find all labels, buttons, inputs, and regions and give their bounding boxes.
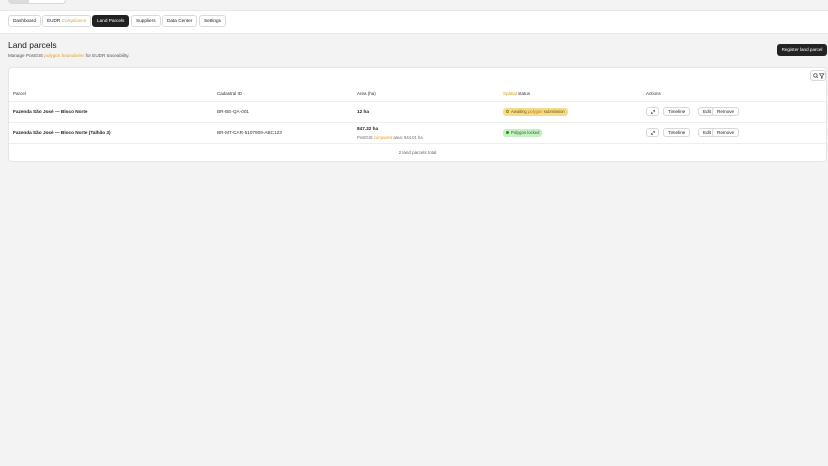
page-description: Manage PostGIS polygon boundaries for EU… (8, 53, 129, 58)
main-navigation: Dashboard EUDR Compliance Land Parcels S… (0, 10, 828, 34)
search-filter-icon (813, 73, 825, 79)
status-badge: Awaiting polygon submission (503, 108, 568, 116)
window-tab-active[interactable] (9, 0, 29, 3)
link-icon (650, 130, 656, 136)
status-prefix: Awaiting (511, 109, 527, 114)
nav-eudr-label: EUDR (47, 18, 61, 23)
timeline-button[interactable]: Timeline (663, 107, 691, 116)
column-header-spatial-status[interactable]: Spatial status (503, 91, 530, 96)
nav-dashboard-label: Dashboard (13, 18, 36, 23)
spatial-highlight: Spatial (503, 91, 517, 96)
nav-suppliers-label: Suppliers (136, 18, 156, 23)
row-divider (9, 143, 826, 144)
desc-prefix: Manage PostGIS (8, 53, 43, 58)
nav-settings[interactable]: Settings (199, 15, 226, 27)
row-area: 12 ha (357, 109, 369, 114)
nav-data-center[interactable]: Data Center (162, 15, 198, 27)
status-highlight: polygon (527, 109, 543, 114)
row-area-note: PostGIS computed area: 844.01 ha (357, 135, 423, 140)
area-note-highlight: computed (373, 135, 393, 140)
desc-suffix: for EUDR traceability. (85, 53, 130, 58)
area-note-suffix: area: 844.01 ha (393, 135, 423, 140)
remove-button[interactable]: Remove (712, 107, 740, 116)
nav-settings-label: Settings (204, 18, 221, 23)
row-parcel-name[interactable]: Fazenda São José — Bloco Norte (13, 109, 88, 114)
status-dot-icon (506, 130, 509, 134)
column-header-cadastral-id[interactable]: Cadastral ID (217, 91, 242, 96)
map-link-button[interactable] (646, 107, 659, 116)
nav-eudr-highlight: Compliance (61, 18, 87, 23)
header-divider (9, 101, 826, 102)
nav-data-center-label: Data Center (167, 18, 193, 23)
column-header-area[interactable]: Area (ha) (357, 91, 376, 96)
nav-dashboard[interactable]: Dashboard (8, 15, 41, 27)
status-badge: Polygon locked (503, 129, 543, 137)
spatial-rest: status (518, 91, 531, 96)
register-land-parcel-button[interactable]: Register land parcel (777, 44, 827, 56)
map-link-button[interactable] (646, 128, 659, 137)
nav-suppliers[interactable]: Suppliers (131, 15, 161, 27)
nav-eudr-compliance[interactable]: EUDR Compliance (42, 15, 92, 27)
page-title: Land parcels (8, 40, 57, 50)
land-parcels-table-card: Parcel Cadastral ID Area (ha) Spatial st… (8, 67, 827, 162)
row-parcel-name[interactable]: Fazenda São José — Bloco Norte (Talhão 3… (13, 130, 111, 135)
nav-land-parcels-label: Land Parcels (97, 18, 125, 23)
nav-land-parcels[interactable]: Land Parcels (92, 15, 130, 27)
link-icon (650, 109, 656, 115)
table-footer-count: 2 land parcels total (398, 150, 437, 155)
table-search-filter-button[interactable] (810, 70, 826, 81)
desc-highlight: polygon boundaries (44, 53, 85, 58)
column-header-actions: Actions (646, 91, 661, 96)
window-tab-strip (8, 0, 66, 4)
column-header-parcel[interactable]: Parcel (13, 91, 26, 96)
row-cadastral-id: BR-MT-CAR-5107909-ABC123 (217, 130, 282, 135)
timeline-button[interactable]: Timeline (663, 128, 691, 137)
row-area: 847.32 ha (357, 126, 379, 131)
status-dot-icon (506, 109, 509, 113)
area-note-prefix: PostGIS (357, 135, 373, 140)
remove-button[interactable]: Remove (712, 128, 740, 137)
row-divider (9, 122, 826, 123)
status-suffix: submission (543, 109, 565, 114)
row-cadastral-id: BR-BE-QA-001 (217, 109, 250, 114)
status-label: Polygon locked (511, 130, 540, 135)
